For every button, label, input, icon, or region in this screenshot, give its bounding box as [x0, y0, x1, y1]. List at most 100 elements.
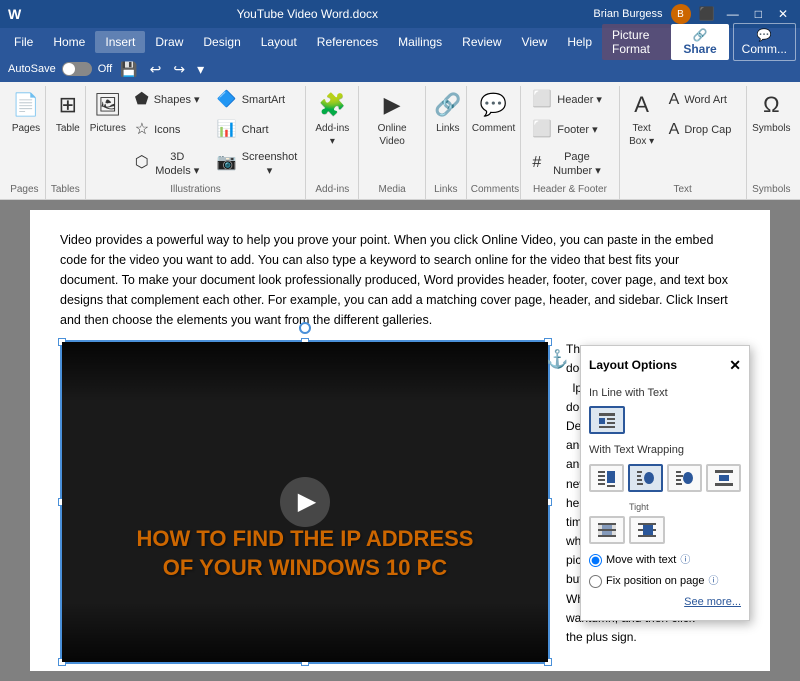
play-button[interactable]: ▶	[280, 477, 330, 527]
share-button[interactable]: 🔗 Share	[671, 24, 728, 60]
see-more-link[interactable]: See more...	[589, 594, 741, 612]
video-title-line2: OF YOUR WINDOWS 10 PC	[82, 554, 528, 583]
fix-position-radio[interactable]	[589, 575, 602, 588]
behind-option[interactable]	[589, 516, 625, 544]
wordart-button[interactable]: A Word Art	[662, 86, 742, 115]
move-with-text-row: Move with text ⓘ	[589, 552, 741, 570]
comment-label: Comment	[472, 122, 515, 135]
pictures-button[interactable]: 🖼 Pictures	[90, 86, 126, 138]
tight-option[interactable]	[628, 464, 663, 492]
chart-label: Chart	[242, 123, 269, 137]
addins-button[interactable]: 🧩 Add-ins ▾	[310, 86, 354, 151]
video-container[interactable]: HOW TO FIND THE IP ADDRESS OF YOUR WINDO…	[60, 340, 550, 664]
icons-icon: ☆	[135, 120, 149, 141]
menu-file[interactable]: File	[4, 31, 43, 53]
fix-info-icon[interactable]: ⓘ	[708, 574, 718, 590]
layout-close-button[interactable]: ✕	[729, 354, 741, 376]
more-options-button[interactable]: ▾	[193, 59, 208, 80]
textbox-button[interactable]: A Text Box ▾	[624, 86, 660, 151]
pagenumber-label: Page Number ▾	[546, 150, 607, 179]
user-avatar[interactable]: B	[671, 4, 691, 24]
save-button[interactable]: 💾	[116, 59, 141, 80]
menu-layout[interactable]: Layout	[251, 31, 307, 53]
chart-button[interactable]: 📊 Chart	[210, 116, 305, 145]
move-with-text-radio[interactable]	[589, 554, 602, 567]
maximize-button[interactable]: □	[751, 7, 766, 21]
menu-references[interactable]: References	[307, 31, 388, 53]
tables-items: ⊞ Table	[50, 86, 81, 182]
comment-button[interactable]: 💬 Comment	[471, 86, 517, 138]
comments-button[interactable]: 💬 Comm...	[733, 23, 796, 61]
document-title: YouTube Video Word.docx	[237, 7, 378, 21]
menu-home[interactable]: Home	[43, 31, 95, 53]
redo-button[interactable]: ↪	[169, 59, 189, 80]
move-info-icon[interactable]: ⓘ	[680, 553, 690, 569]
close-button[interactable]: ✕	[774, 7, 792, 21]
through-option[interactable]	[667, 464, 702, 492]
icons-button[interactable]: ☆ Icons	[128, 116, 208, 145]
minimize-button[interactable]: —	[723, 7, 743, 21]
word-icon: W	[8, 6, 21, 22]
menu-design[interactable]: Design	[193, 31, 250, 53]
inline-option[interactable]	[589, 406, 625, 434]
wrapping-section-title: With Text Wrapping	[589, 442, 741, 460]
screenshot-button[interactable]: 📷 Screenshot ▾	[210, 146, 305, 183]
pages-button[interactable]: 📄 Pages	[8, 86, 44, 138]
autosave-state: Off	[98, 63, 112, 75]
shapes-icon: ⬟	[135, 90, 149, 111]
textbox-label: Text Box ▾	[629, 122, 655, 148]
ribbon-toggle[interactable]: ⬛	[699, 6, 715, 22]
smartart-label: SmartArt	[242, 93, 285, 107]
menu-mailings[interactable]: Mailings	[388, 31, 452, 53]
3dmodels-button[interactable]: ⬡ 3D Models ▾	[128, 146, 208, 183]
header-button[interactable]: ⬜ Header ▾	[525, 86, 614, 115]
menu-draw[interactable]: Draw	[145, 31, 193, 53]
menu-insert[interactable]: Insert	[95, 31, 145, 53]
autosave-area: AutoSave Off	[8, 62, 112, 76]
addins-group-label: Add-ins	[310, 182, 354, 195]
tight-label: Tight	[629, 500, 649, 514]
smartart-button[interactable]: 🔷 SmartArt	[210, 86, 305, 115]
symbols-button[interactable]: Ω Symbols	[751, 86, 792, 138]
header-icon: ⬜	[532, 90, 552, 111]
smartart-icon: 🔷	[217, 90, 237, 111]
links-button[interactable]: 🔗 Links	[430, 86, 466, 138]
autosave-toggle[interactable]	[62, 62, 92, 76]
onlinevideo-button[interactable]: ▶ Online Video	[363, 86, 420, 151]
media-group-label: Media	[363, 182, 420, 195]
front-option[interactable]	[629, 516, 665, 544]
3dmodels-icon: ⬡	[135, 153, 149, 174]
shapes-button[interactable]: ⬟ Shapes ▾	[128, 86, 208, 115]
menu-review[interactable]: Review	[452, 31, 511, 53]
user-name: Brian Burgess	[593, 8, 662, 20]
footer-button[interactable]: ⬜ Footer ▾	[525, 116, 614, 145]
tables-group-label: Tables	[50, 182, 81, 195]
illustrations-group: 🖼 Pictures ⬟ Shapes ▾ ☆ Icons ⬡ 3D Model…	[86, 86, 306, 199]
menu-help[interactable]: Help	[557, 31, 602, 53]
wrapping-options-row2	[589, 516, 741, 544]
links-group-label: Links	[430, 182, 462, 195]
table-button[interactable]: ⊞ Table	[50, 86, 86, 138]
comments-group: 💬 Comment Comments	[467, 86, 522, 199]
menu-view[interactable]: View	[512, 31, 558, 53]
dropcap-button[interactable]: A Drop Cap	[662, 116, 742, 145]
text-group: A Text Box ▾ A Word Art A Drop Cap Text	[620, 86, 747, 199]
behind-icon	[597, 521, 617, 539]
menu-pictureformat[interactable]: Picture Format	[602, 24, 671, 60]
rotate-handle[interactable]	[299, 322, 311, 334]
pagenumber-button[interactable]: # Page Number ▾	[525, 146, 614, 183]
play-icon: ▶	[298, 484, 316, 520]
title-bar-left: W	[8, 6, 21, 22]
comments-items: 💬 Comment	[471, 86, 517, 182]
square-option[interactable]	[589, 464, 624, 492]
headerfooter-items: ⬜ Header ▾ ⬜ Footer ▾ # Page Number ▾	[525, 86, 614, 182]
front-icon	[637, 521, 657, 539]
symbols-group-label: Symbols	[751, 182, 792, 195]
video-bottom-bar	[62, 602, 548, 662]
undo-button[interactable]: ↩	[146, 59, 166, 80]
wrapping-options-row	[589, 464, 741, 492]
dropcap-icon: A	[669, 120, 680, 141]
footer-icon: ⬜	[532, 120, 552, 141]
topbottom-option[interactable]	[706, 464, 741, 492]
layout-popup-header: Layout Options ✕	[589, 354, 741, 376]
